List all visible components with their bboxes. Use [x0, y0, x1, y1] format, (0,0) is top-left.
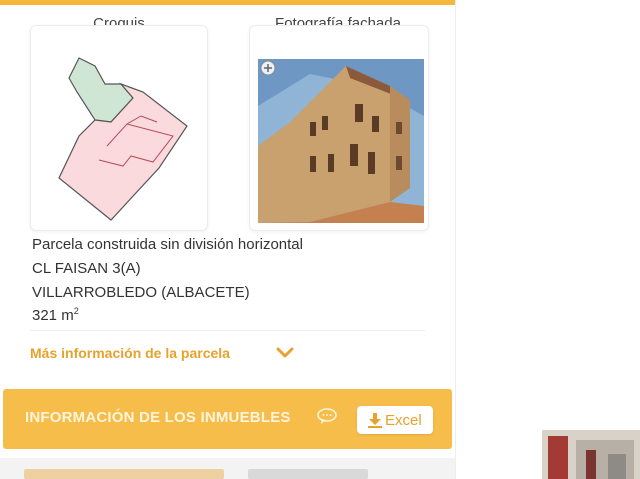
facade-photo [258, 59, 424, 223]
parcel-address: CL FAISAN 3(A) [32, 260, 141, 277]
more-info-link[interactable]: Más información de la parcela [30, 345, 230, 361]
property-row[interactable] [0, 458, 455, 479]
parcel-panel: Croquis Fotografía fachada Parcela const… [0, 0, 456, 479]
parcel-city: VILLARROBLEDO (ALBACETE) [32, 284, 250, 301]
parcel-type: Parcela construida sin división horizont… [32, 236, 303, 253]
divider [30, 330, 425, 331]
chat-bubble-icon[interactable] [317, 408, 337, 424]
property-address-cropped [248, 469, 368, 479]
side-photo-thumbnail [542, 430, 640, 479]
parcel-area-value: 321 m [32, 307, 74, 324]
photo-card[interactable] [249, 25, 429, 231]
parcel-area: 321 m2 [32, 306, 79, 324]
properties-title: INFORMACIÓN DE LOS INMUEBLES [25, 409, 291, 426]
chevron-down-icon[interactable] [276, 346, 294, 360]
excel-button-label: Excel [385, 412, 422, 429]
excel-download-button[interactable]: Excel [357, 406, 433, 434]
top-accent-bar [0, 0, 455, 5]
sketch-card[interactable] [30, 25, 208, 231]
download-icon [368, 413, 382, 428]
parcel-area-exponent: 2 [73, 306, 79, 316]
properties-header-bar: INFORMACIÓN DE LOS INMUEBLES Excel [3, 389, 452, 449]
property-reference-cropped [24, 469, 224, 479]
parcel-sketch [58, 57, 188, 221]
